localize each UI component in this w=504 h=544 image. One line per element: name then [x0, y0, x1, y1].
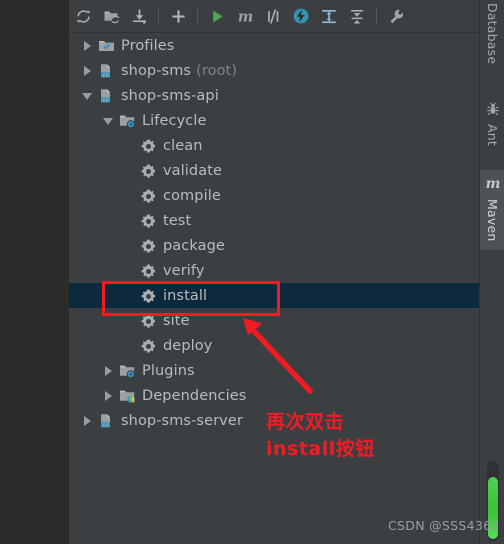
tree-row-plugins[interactable]: Plugins [69, 358, 479, 383]
chevron-right-icon[interactable] [81, 39, 94, 52]
lifecycle-folder-icon [118, 113, 136, 129]
goal-gear-icon [139, 188, 157, 204]
tree-row-label: clean [163, 137, 203, 154]
tree-row-suffix: (root) [196, 62, 238, 79]
plugins-folder-icon [118, 363, 136, 379]
chevron-down-icon[interactable] [81, 89, 94, 102]
watermark: CSDN @SSS4362 [388, 518, 500, 533]
tree-row-deploy[interactable]: deploy [69, 333, 479, 358]
tree-row-shop-sms[interactable]: m shop-sms (root) [69, 58, 479, 83]
svg-text:m: m [100, 94, 111, 103]
maven-toolbar: m [69, 0, 479, 33]
tree-row-label: verify [163, 262, 205, 279]
sidebar-tab-maven-label: Maven [485, 199, 500, 242]
annotation-line-2: install按钮 [266, 438, 375, 460]
tree-row-label: Plugins [142, 362, 195, 379]
tree-row-profiles[interactable]: Profiles [69, 33, 479, 58]
sidebar-tab-database[interactable]: Database [480, 0, 504, 68]
toolbar-separator [197, 7, 198, 25]
annotation-line-1: 再次双击 [266, 411, 345, 433]
tree-row-label: Lifecycle [142, 112, 207, 129]
tree-row-site[interactable]: site [69, 308, 479, 333]
tree-row-label: deploy [163, 337, 213, 354]
goal-gear-icon [139, 263, 157, 279]
sidebar-tab-maven[interactable]: m Maven [480, 170, 504, 250]
tree-row-compile[interactable]: compile [69, 183, 479, 208]
tree-row-install[interactable]: install [69, 283, 479, 308]
goal-gear-icon [139, 288, 157, 304]
tree-row-label: package [163, 237, 225, 254]
tree-row-verify[interactable]: verify [69, 258, 479, 283]
add-maven-project-icon[interactable] [164, 2, 192, 30]
maven-m-icon: m [484, 175, 502, 195]
tree-row-test[interactable]: test [69, 208, 479, 233]
ant-bug-icon [486, 101, 500, 120]
maven-project-tree[interactable]: Profiles m shop-sms (root) m shop-sms-api Life… [69, 33, 479, 544]
tree-row-shop-sms-api[interactable]: m shop-sms-api [69, 83, 479, 108]
chevron-right-icon[interactable] [81, 414, 94, 427]
tree-row-label: test [163, 212, 192, 229]
dependencies-folder-icon [118, 388, 136, 404]
goal-gear-icon [139, 313, 157, 329]
run-icon[interactable] [203, 2, 231, 30]
generate-sources-icon[interactable] [97, 2, 125, 30]
svg-text:m: m [485, 176, 500, 191]
goal-gear-icon [139, 213, 157, 229]
tree-row-package[interactable]: package [69, 233, 479, 258]
tree-row-label: Profiles [121, 37, 175, 54]
tree-row-label: shop-sms-api [121, 87, 219, 104]
tree-row-label: validate [163, 162, 223, 179]
reimport-icon[interactable] [69, 2, 97, 30]
tree-row-label: install [163, 287, 208, 304]
toggle-skip-tests-icon[interactable] [259, 2, 287, 30]
maven-module-icon: m [97, 413, 115, 429]
svg-text:m: m [100, 419, 111, 428]
offline-mode-icon[interactable] [287, 2, 315, 30]
tree-row-label: compile [163, 187, 221, 204]
toolbar-separator [376, 7, 377, 25]
chevron-right-icon[interactable] [102, 389, 115, 402]
chevron-down-icon[interactable] [102, 114, 115, 127]
settings-wrench-icon[interactable] [382, 2, 410, 30]
sidebar-tab-ant[interactable]: Ant [480, 96, 504, 158]
chevron-right-icon[interactable] [102, 364, 115, 377]
maven-module-icon: m [97, 63, 115, 79]
tree-row-label: Dependencies [142, 387, 247, 404]
profiles-icon [97, 38, 115, 54]
tree-row-label: shop-sms [121, 62, 192, 79]
sidebar-tab-database-label: Database [485, 3, 500, 65]
goal-gear-icon [139, 163, 157, 179]
expand-all-icon[interactable] [315, 2, 343, 30]
maven-m-icon[interactable]: m [231, 2, 259, 30]
maven-tool-window-screenshot: m Profiles m shop-sms (root) m shop-sms-… [0, 0, 504, 544]
tree-row-label: shop-sms-server [121, 412, 243, 429]
tree-row-lifecycle[interactable]: Lifecycle [69, 108, 479, 133]
collapse-all-icon[interactable] [343, 2, 371, 30]
left-gutter [0, 0, 69, 544]
goal-gear-icon [139, 338, 157, 354]
svg-text:m: m [237, 8, 252, 25]
tree-row-clean[interactable]: clean [69, 133, 479, 158]
download-sources-icon[interactable] [125, 2, 153, 30]
sidebar-tab-ant-label: Ant [485, 124, 500, 146]
goal-gear-icon [139, 138, 157, 154]
tree-row-label: site [163, 312, 190, 329]
tree-row-dependencies[interactable]: Dependencies [69, 383, 479, 408]
tree-row-validate[interactable]: validate [69, 158, 479, 183]
toolbar-separator [158, 7, 159, 25]
chevron-right-icon[interactable] [81, 64, 94, 77]
maven-panel: m Profiles m shop-sms (root) m shop-sms-… [69, 0, 479, 544]
maven-module-icon: m [97, 88, 115, 104]
goal-gear-icon [139, 238, 157, 254]
svg-text:m: m [100, 69, 111, 78]
